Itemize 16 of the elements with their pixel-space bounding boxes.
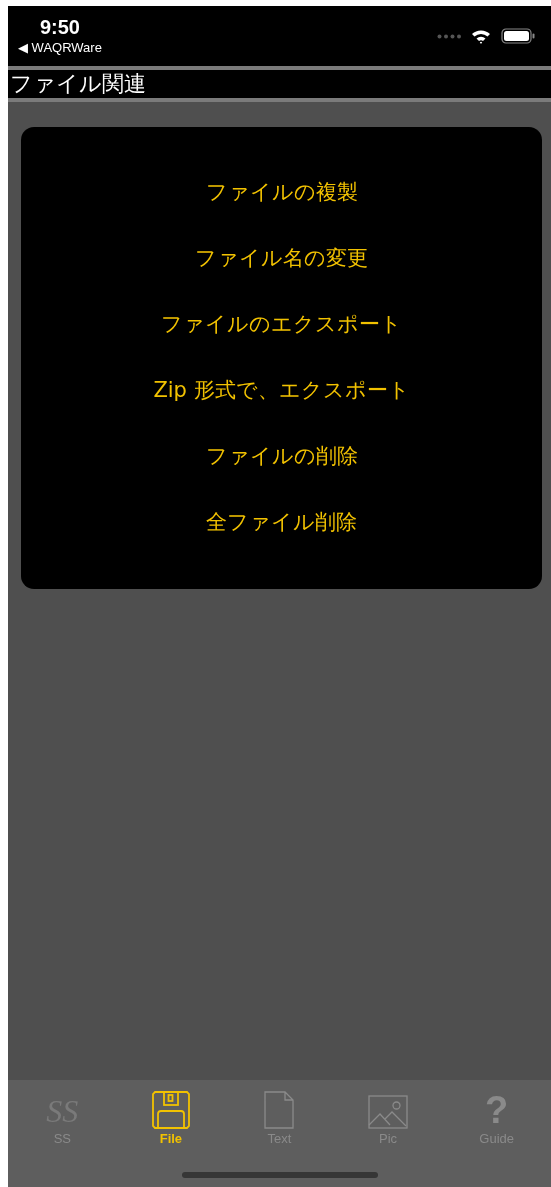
signal-icon [437,33,461,39]
menu-item[interactable]: ファイル名の変更 [187,239,376,305]
tab-item[interactable]: File [120,1088,221,1146]
header-title: ファイル関連 [9,71,146,97]
image-icon [368,1095,409,1129]
menu-item[interactable]: Zip 形式で、エクスポート [145,371,418,437]
menu-item[interactable]: ファイルの削除 [197,437,366,503]
battery-icon [501,28,535,44]
wifi-icon [471,28,491,44]
document-icon [264,1091,295,1129]
menu-item[interactable]: 全ファイル削除 [198,503,365,569]
back-link[interactable]: ◀ WAQRWare [18,39,102,57]
help-icon: ? [485,1091,509,1129]
menu-item[interactable]: ファイルの複製 [197,173,366,239]
status-time: 9:50 [39,16,80,38]
menu-item[interactable]: ファイルのエクスポート [153,305,410,371]
